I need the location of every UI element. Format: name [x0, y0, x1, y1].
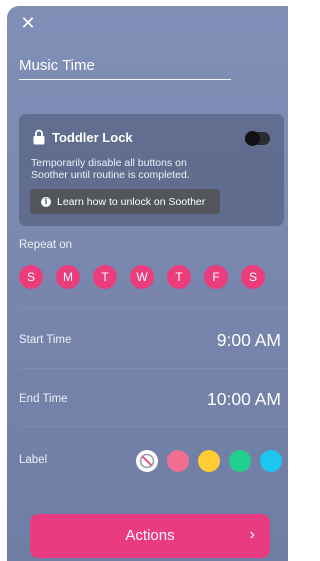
close-icon: ✕: [20, 13, 36, 33]
actions-label: Actions: [125, 527, 175, 544]
color-swatch-green[interactable]: [229, 450, 251, 472]
no-color-icon: [139, 453, 155, 469]
end-time-label: End Time: [19, 393, 68, 405]
repeat-on-label: Repeat on: [19, 239, 73, 251]
close-button[interactable]: ✕: [20, 13, 36, 33]
divider: [19, 308, 288, 309]
day-tuesday[interactable]: T: [93, 265, 117, 289]
day-sunday[interactable]: S: [19, 265, 43, 289]
label-color-picker: [136, 450, 282, 472]
day-wednesday[interactable]: W: [130, 265, 154, 289]
day-friday[interactable]: F: [204, 265, 228, 289]
start-time-value[interactable]: 9:00 AM: [217, 330, 281, 351]
color-swatch-yellow[interactable]: [198, 450, 220, 472]
info-icon: i: [41, 196, 51, 207]
toddler-lock-card: Toddler Lock Temporarily disable all but…: [19, 114, 284, 226]
day-thursday[interactable]: T: [167, 265, 191, 289]
toggle-knob: [245, 131, 260, 146]
toddler-lock-title: Toddler Lock: [52, 130, 133, 145]
day-saturday[interactable]: S: [241, 265, 265, 289]
day-monday[interactable]: M: [56, 265, 80, 289]
lock-icon: [33, 129, 45, 145]
toddler-lock-toggle[interactable]: [245, 131, 270, 146]
routine-name-input[interactable]: Music Time: [19, 54, 231, 80]
end-time-value[interactable]: 10:00 AM: [207, 389, 281, 410]
toddler-lock-description: Temporarily disable all buttons on Sooth…: [31, 157, 190, 181]
color-swatch-cyan[interactable]: [260, 450, 282, 472]
divider: [19, 368, 288, 369]
label-row-label: Label: [19, 454, 48, 466]
color-swatch-pink[interactable]: [167, 450, 189, 472]
learn-unlock-label: Learn how to unlock on Soother: [57, 195, 206, 208]
no-color-swatch[interactable]: [136, 450, 158, 472]
chevron-right-icon: ›: [249, 526, 255, 543]
actions-button[interactable]: Actions ›: [30, 514, 270, 558]
routine-editor-sheet: ✕ Music Time Toddler Lock Temporarily di…: [7, 6, 288, 561]
learn-unlock-button[interactable]: i Learn how to unlock on Soother: [30, 189, 220, 214]
repeat-days: S M T W T F S: [19, 265, 265, 289]
divider: [19, 426, 288, 427]
start-time-label: Start Time: [19, 334, 72, 346]
